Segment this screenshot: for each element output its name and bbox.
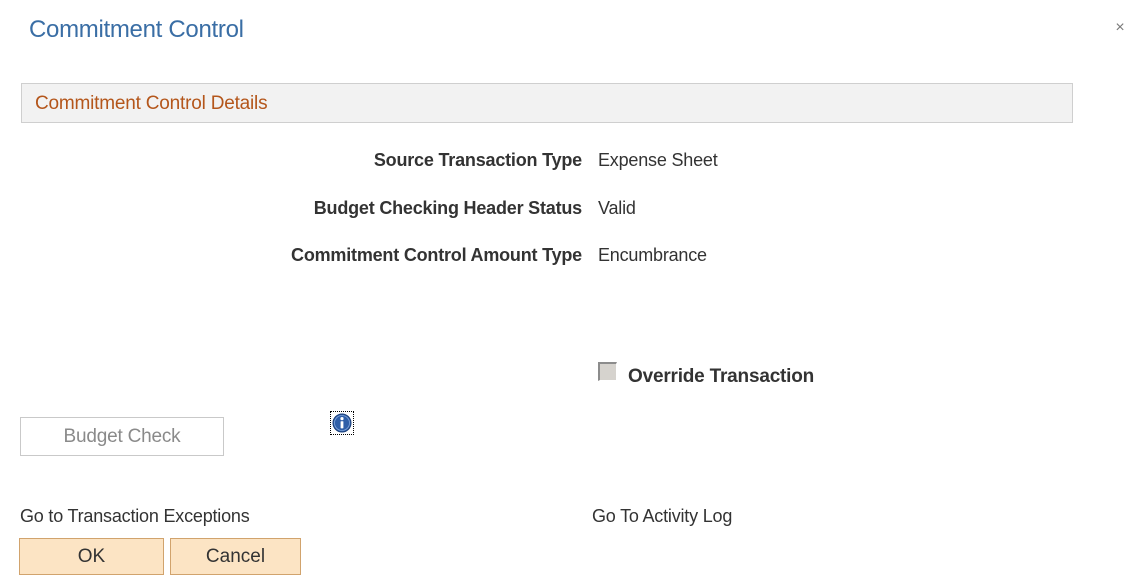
- info-icon[interactable]: [330, 411, 354, 435]
- section-header: Commitment Control Details: [21, 83, 1073, 123]
- commitment-control-amount-type-label: Commitment Control Amount Type: [291, 245, 582, 265]
- cancel-button[interactable]: Cancel: [170, 538, 301, 575]
- info-icon-graphic: [332, 413, 352, 433]
- go-to-activity-log-link[interactable]: Go To Activity Log: [592, 506, 732, 527]
- section-title: Commitment Control Details: [35, 93, 268, 114]
- ok-button[interactable]: OK: [19, 538, 164, 575]
- go-to-transaction-exceptions-link[interactable]: Go to Transaction Exceptions: [20, 506, 250, 527]
- override-transaction-checkbox[interactable]: [598, 362, 617, 381]
- commitment-control-dialog: Commitment Control × Commitment Control …: [0, 0, 1137, 588]
- override-transaction-label: Override Transaction: [628, 366, 815, 387]
- dialog-title: Commitment Control: [29, 16, 244, 43]
- commitment-control-amount-type-value: Encumbrance: [598, 245, 707, 265]
- source-transaction-type-label: Source Transaction Type: [373, 150, 582, 170]
- source-transaction-type-value: Expense Sheet: [598, 150, 718, 170]
- close-icon[interactable]: ×: [1112, 20, 1128, 36]
- budget-checking-header-status-label: Budget Checking Header Status: [313, 198, 582, 218]
- budget-check-button[interactable]: Budget Check: [20, 417, 224, 456]
- budget-checking-header-status-value: Valid: [598, 198, 636, 218]
